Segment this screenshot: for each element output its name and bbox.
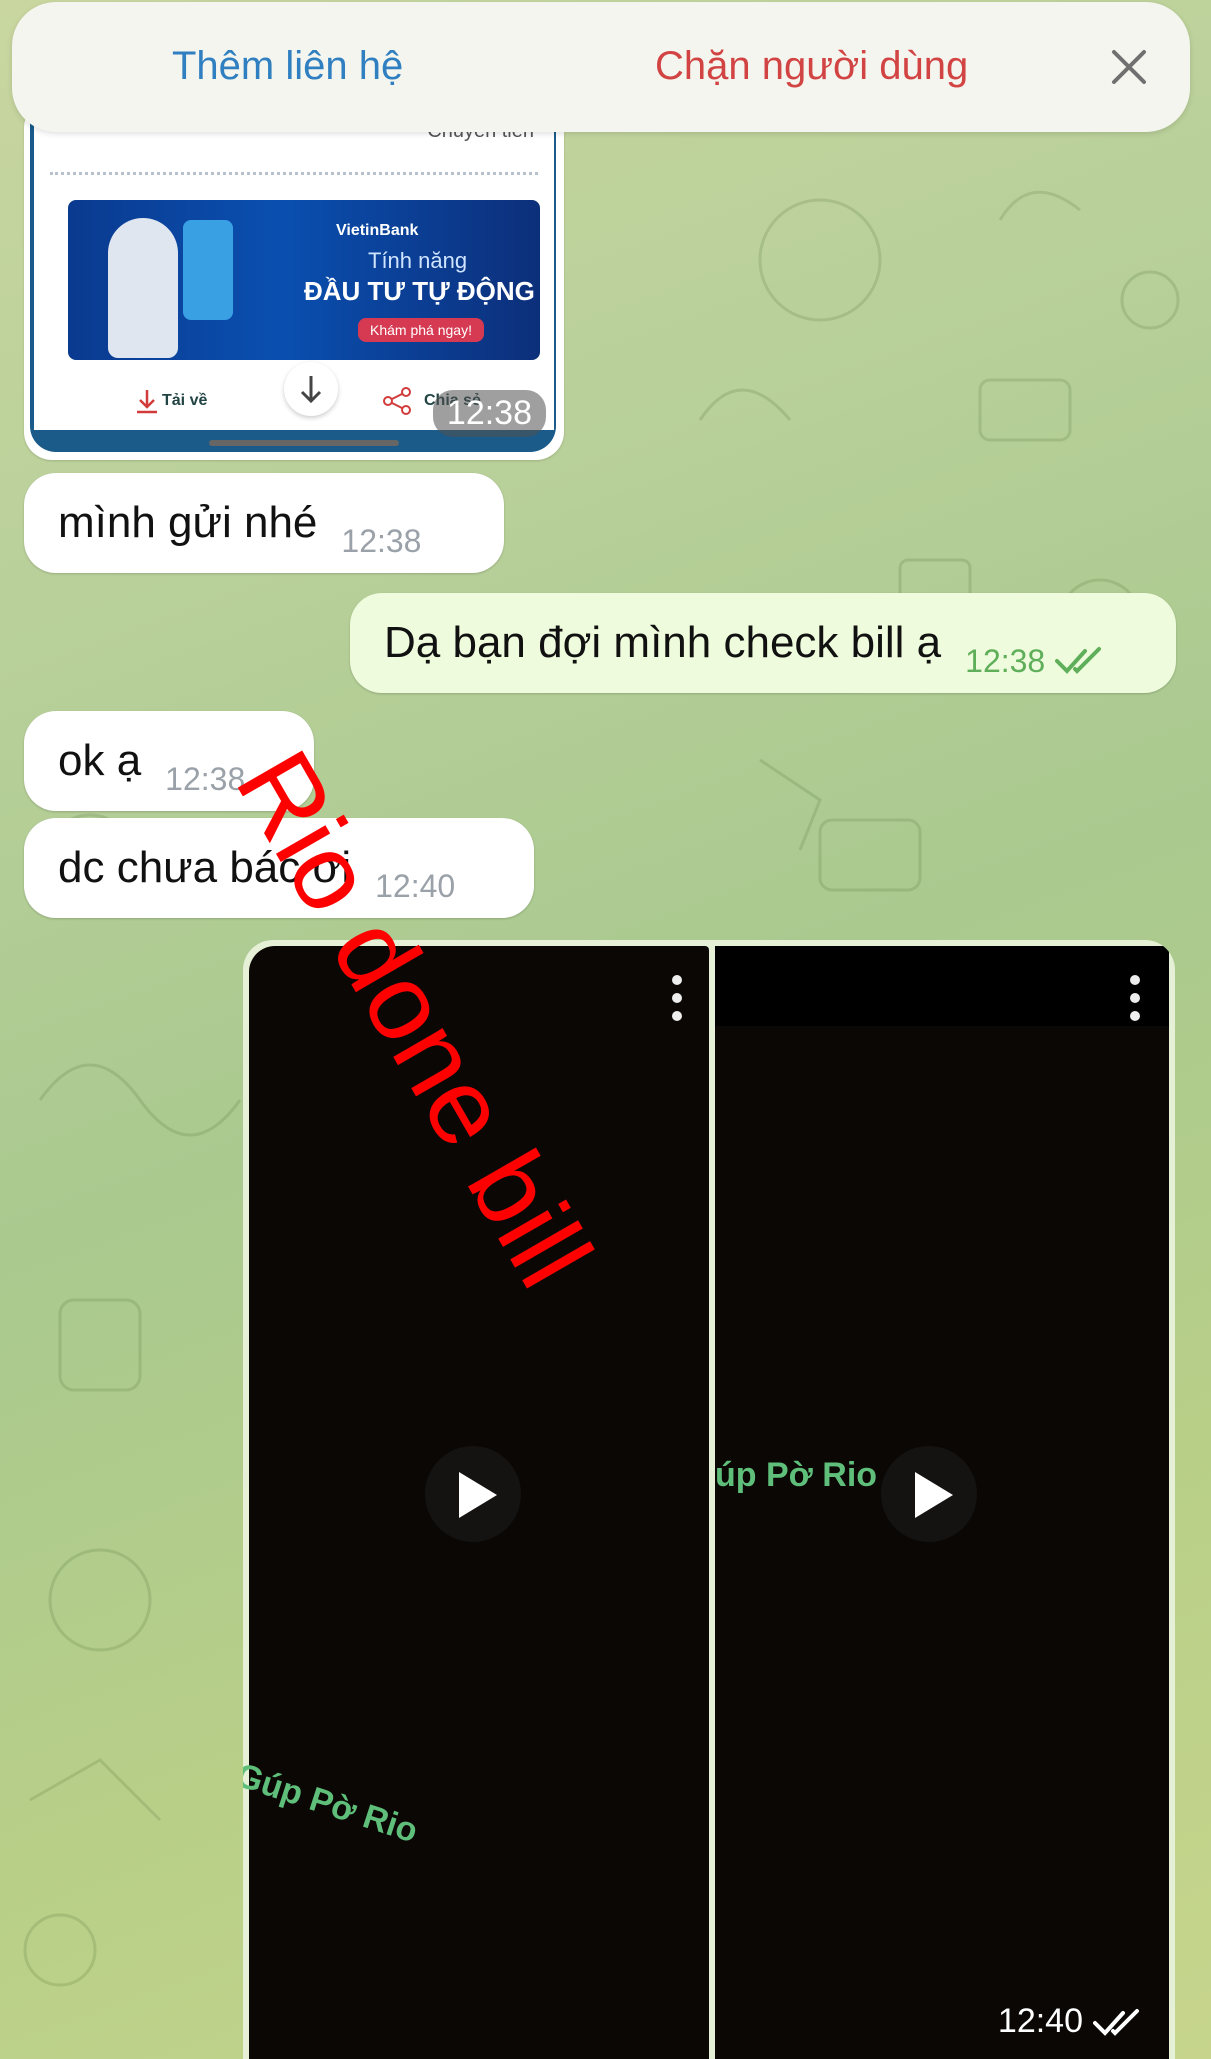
share-icon <box>383 387 411 415</box>
promo-banner: VietinBank Tính năng ĐẦU TƯ TỰ ĐỘNG Khám… <box>68 200 540 360</box>
video-top-strip <box>715 946 1169 1026</box>
play-icon <box>915 1472 953 1518</box>
video-watermark: úp Pờ Rio <box>715 1456 878 1494</box>
dotted-divider <box>50 172 538 175</box>
video-watermark: Gúp Pờ Rio <box>243 1756 423 1851</box>
banner-cta: Khám phá ngay! <box>358 318 484 342</box>
play-icon <box>459 1472 497 1518</box>
message-text: ok ạ <box>58 736 142 785</box>
home-indicator <box>209 440 399 446</box>
message-time: 12:40 <box>997 2002 1083 2040</box>
message-text: Dạ bạn đợi mình check bill ạ <box>384 618 942 667</box>
video-album-message: Gúp Pờ Rio úp Pờ Rio 12:40 <box>243 940 1175 2059</box>
chat-action-bar: Thêm liên hệ Chặn người dùng <box>12 2 1190 132</box>
play-button[interactable] <box>881 1446 977 1542</box>
message-text: mình gửi nhé <box>58 498 318 547</box>
add-contact-button[interactable]: Thêm liên hệ <box>172 44 403 89</box>
video-thumbnail[interactable]: úp Pờ Rio <box>715 946 1169 2059</box>
banner-line1: Tính năng <box>368 248 468 273</box>
message-time: 12:38 <box>965 642 1046 679</box>
read-checkmark-icon <box>1093 2008 1139 2036</box>
play-button[interactable] <box>425 1446 521 1542</box>
close-icon[interactable] <box>1108 46 1150 88</box>
banner-person-image <box>108 218 178 358</box>
image-message[interactable]: Chuyển tiền VietinBank Tính năng ĐẦU TƯ … <box>24 100 564 460</box>
read-checkmark-icon <box>1055 647 1102 674</box>
download-label: Tải về <box>162 392 208 409</box>
screenshot-content: Chuyển tiền VietinBank Tính năng ĐẦU TƯ … <box>34 100 554 430</box>
media-time-badge: 12:40 <box>998 2002 1145 2041</box>
arrow-down-icon <box>300 376 322 404</box>
message-time: 12:38 <box>341 522 422 559</box>
download-icon <box>137 390 157 414</box>
banner-phone-image <box>183 220 233 320</box>
scroll-down-button <box>284 362 338 416</box>
more-options-icon[interactable] <box>1129 974 1141 1022</box>
message-time: 12:38 <box>432 390 546 437</box>
more-options-icon[interactable] <box>671 974 683 1022</box>
message-bubble[interactable]: mình gửi nhé 12:38 <box>24 473 504 573</box>
banner-line2: ĐẦU TƯ TỰ ĐỘNG <box>304 276 535 306</box>
block-user-button[interactable]: Chặn người dùng <box>655 44 968 89</box>
message-bubble[interactable]: Dạ bạn đợi mình check bill ạ 12:38 <box>350 593 1176 693</box>
banner-brand: VietinBank <box>336 222 419 239</box>
